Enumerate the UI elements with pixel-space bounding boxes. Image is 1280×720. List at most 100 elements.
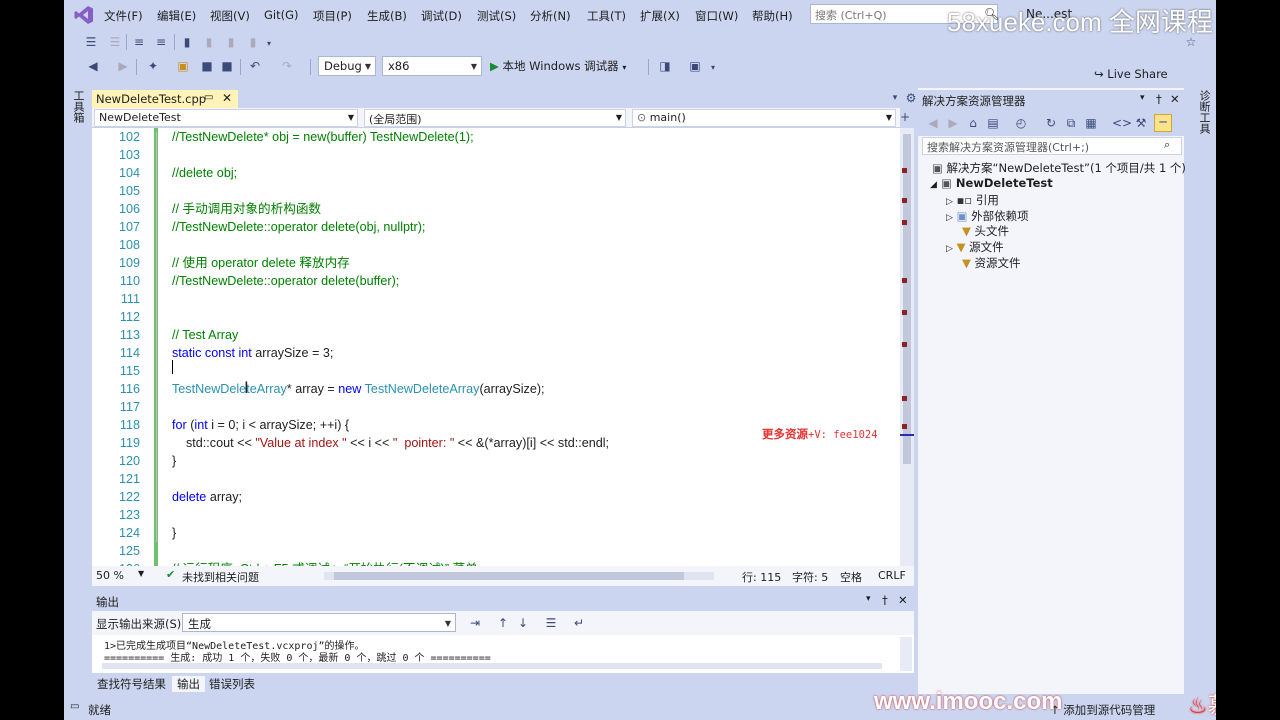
pin-icon[interactable]: ☆: [1184, 35, 1198, 49]
solution-node[interactable]: ▣ 解决方案“NewDeleteTest”(1 个项目/共 1 个): [932, 160, 1186, 176]
collapse-all-icon[interactable]: ⧉: [1064, 116, 1078, 130]
next-bookmark-icon[interactable]: ▮: [224, 35, 238, 49]
forward-icon[interactable]: ▶: [946, 116, 960, 130]
start-debugging-button[interactable]: ▶ 本地 Windows 调试器 ▾: [490, 58, 626, 74]
back-icon[interactable]: ◀: [86, 59, 100, 73]
menu-test[interactable]: 测试(S): [477, 8, 516, 24]
tree-item-references[interactable]: ▷ ▪▫ 引用: [946, 192, 999, 208]
split-editor-icon[interactable]: +: [898, 110, 912, 124]
line-number-status: 行: 115: [742, 571, 782, 584]
menu-tools[interactable]: 工具(T): [587, 8, 626, 24]
whitespace-status[interactable]: 空格: [840, 569, 862, 585]
editor-vertical-scrollbar[interactable]: [900, 128, 914, 566]
panel-menu-icon[interactable]: ▾: [1140, 93, 1145, 103]
search-icon[interactable]: ⌕: [1164, 138, 1170, 152]
settings-icon[interactable]: ⚙: [904, 91, 918, 105]
save-icon[interactable]: ■: [200, 59, 214, 73]
clear-all-icon[interactable]: ☰: [544, 616, 558, 630]
back-icon[interactable]: ◀: [926, 116, 940, 130]
output-vertical-scrollbar[interactable]: [900, 637, 912, 671]
menu-build[interactable]: 生成(B): [367, 8, 407, 24]
save-all-icon[interactable]: ■: [220, 59, 234, 73]
code-view-icon[interactable]: <>: [1112, 116, 1132, 130]
tree-item-external-deps[interactable]: ▷ ▣ 外部依赖项: [946, 208, 1029, 224]
output-horizontal-scrollbar[interactable]: [102, 663, 882, 669]
scrollbar-thumb[interactable]: [903, 134, 911, 464]
panel-menu-icon[interactable]: ▾: [866, 594, 871, 604]
tab-find-symbol-results[interactable]: 查找符号结果: [92, 676, 171, 692]
scrollbar-thumb[interactable]: [334, 572, 684, 580]
chevron-down-icon[interactable]: ▼: [138, 569, 144, 578]
configuration-select[interactable]: Debug ▼: [318, 56, 376, 76]
properties-wrench-icon[interactable]: ⚒: [1134, 116, 1148, 130]
tab-error-list[interactable]: 错误列表: [204, 676, 260, 692]
tree-item-source-files[interactable]: ▷ ▼ 源文件: [946, 239, 1004, 255]
word-wrap-icon[interactable]: ↵: [572, 616, 586, 630]
output-title: 输出: [96, 595, 119, 609]
pin-icon[interactable]: †: [882, 593, 888, 607]
tree-item-label: 源文件: [969, 240, 1004, 254]
menu-git[interactable]: Git(G): [264, 8, 299, 22]
add-to-source-control-button[interactable]: ↑ 添加到源代码管理: [1050, 702, 1155, 718]
platform-select[interactable]: x86 ▼: [382, 56, 482, 76]
open-output-icon[interactable]: ◨: [658, 59, 672, 73]
menu-view[interactable]: 视图(V): [210, 8, 250, 24]
find-message-icon[interactable]: ⇥: [468, 616, 482, 630]
tab-list-icon[interactable]: ▾: [888, 91, 902, 105]
next-message-icon[interactable]: ↓: [516, 616, 530, 630]
output-text[interactable]: 1>已完成生成项目“NewDeleteTest.vcxproj”的操作。 ===…: [92, 635, 914, 673]
menu-project[interactable]: 项目(P): [313, 8, 352, 24]
project-dropdown[interactable]: NewDeleteTest ▼: [94, 109, 358, 127]
code-editor[interactable]: 102 //TestNewDelete* obj = new(buffer) Te…: [92, 128, 900, 566]
menu-edit[interactable]: 编辑(E): [157, 8, 196, 24]
output-source-select[interactable]: 生成 ▼: [182, 613, 456, 632]
diagnostic-tools-tab[interactable]: 诊断工具: [1196, 90, 1212, 134]
clear-bookmarks-icon[interactable]: ▮: [246, 35, 260, 49]
menu-window[interactable]: 窗口(W): [695, 8, 738, 24]
tree-item-header-files[interactable]: ▼ 头文件: [962, 223, 1009, 239]
comment-icon[interactable]: ☰: [84, 35, 98, 49]
menu-debug[interactable]: 调试(D): [421, 8, 462, 24]
function-dropdown[interactable]: ⊙ main() ▼: [632, 109, 896, 127]
outdent-icon[interactable]: ≡: [132, 35, 146, 49]
tab-output[interactable]: 输出: [172, 676, 205, 692]
project-node[interactable]: ◢ ▣ NewDeleteTest: [930, 176, 1053, 190]
home-icon[interactable]: ⌂: [966, 116, 980, 130]
chevron-down-icon[interactable]: ▾: [262, 37, 276, 51]
menu-analyze[interactable]: 分析(N): [530, 8, 571, 24]
bookmark-icon[interactable]: ▮: [180, 35, 194, 49]
close-icon[interactable]: ✕: [222, 91, 232, 105]
horizontal-scrollbar[interactable]: [324, 572, 714, 580]
screenshot-icon[interactable]: ▣: [688, 59, 702, 73]
prev-bookmark-icon[interactable]: ▮: [202, 35, 216, 49]
forward-icon[interactable]: ▶: [116, 59, 130, 73]
chevron-down-icon[interactable]: ▾: [706, 61, 720, 75]
pending-changes-icon[interactable]: ◴: [1014, 116, 1028, 130]
show-all-files-icon[interactable]: ▦: [1084, 116, 1098, 130]
redo-icon[interactable]: ↷: [280, 59, 294, 73]
undo-icon[interactable]: ↶: [248, 59, 262, 73]
pin-icon[interactable]: ▭: [204, 92, 213, 103]
line-ending-status[interactable]: CRLF: [878, 569, 906, 582]
indent-icon[interactable]: ≡: [154, 35, 168, 49]
menu-help[interactable]: 帮助(H): [752, 8, 793, 24]
preview-icon[interactable]: ─: [1154, 114, 1172, 132]
zoom-level[interactable]: 50 %: [96, 569, 124, 582]
prev-message-icon[interactable]: ↑: [496, 616, 510, 630]
new-project-icon[interactable]: ✦: [146, 59, 160, 73]
scope-dropdown[interactable]: (全局范围) ▼: [364, 109, 626, 127]
menu-extensions[interactable]: 扩展(X): [640, 8, 680, 24]
pin-icon[interactable]: †: [1156, 92, 1162, 106]
sync-icon[interactable]: ↻: [1044, 116, 1058, 130]
close-icon[interactable]: ✕: [1170, 92, 1180, 106]
issues-status[interactable]: 未找到相关问题: [182, 569, 259, 585]
switch-views-icon[interactable]: ▤: [986, 116, 1000, 130]
tree-item-resource-files[interactable]: ▼ 资源文件: [962, 255, 1021, 271]
close-icon[interactable]: ✕: [898, 593, 908, 607]
tab-newdeletetest-cpp[interactable]: NewDeleteTest.cpp ▭ ✕: [92, 90, 238, 108]
solution-search-input[interactable]: 搜索解决方案资源管理器(Ctrl+;): [922, 137, 1182, 155]
open-folder-icon[interactable]: ▣: [176, 59, 190, 73]
toolbox-tab[interactable]: 工具箱: [70, 90, 86, 123]
menu-file[interactable]: 文件(F): [104, 8, 143, 24]
uncomment-icon[interactable]: ☰: [108, 35, 122, 49]
